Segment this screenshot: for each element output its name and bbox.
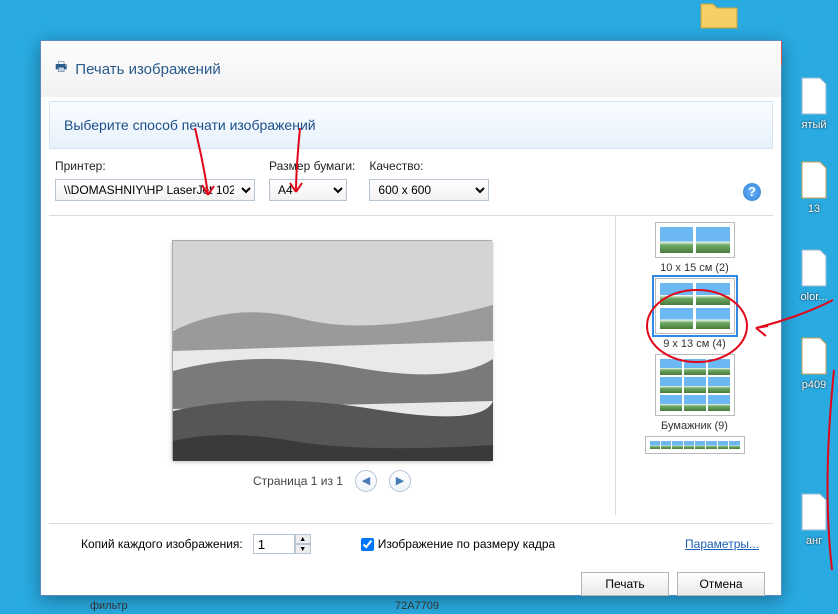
paper-label: Размер бумаги: (269, 159, 355, 173)
layout-wallet[interactable]: Бумажник (9) (655, 354, 735, 432)
copies-down-button[interactable]: ▼ (295, 544, 311, 554)
cancel-button[interactable]: Отмена (677, 572, 765, 596)
quality-select[interactable]: 600 x 600 (369, 179, 489, 201)
desktop-file-1[interactable]: ятый (790, 76, 838, 131)
prev-page-button[interactable]: ◀ (355, 470, 377, 492)
taskbar-left: фильтр (90, 600, 128, 612)
next-page-button[interactable]: ▶ (389, 470, 411, 492)
layout-9x13[interactable]: 9 x 13 см (4) (655, 278, 735, 350)
layout-wallet-label: Бумажник (9) (655, 420, 735, 432)
help-icon[interactable]: ? (743, 183, 761, 201)
bottom-options: Копий каждого изображения: ▲ ▼ Изображен… (49, 523, 773, 564)
pager: Страница 1 из 1 ◀ ▶ (253, 470, 411, 492)
window-title: Печать изображений (75, 61, 220, 78)
desktop-file-2-label: 13 (790, 203, 838, 215)
layout-10x15[interactable]: 10 x 15 см (2) (655, 222, 735, 274)
desktop-file-4[interactable]: p409 (790, 336, 838, 391)
desktop-file-3-label: olor... (790, 291, 838, 303)
instruction-banner: Выберите способ печати изображений (49, 101, 773, 149)
desktop-file-5-label: анг (790, 535, 838, 547)
desktop-file-4-label: p409 (790, 379, 838, 391)
layout-10x15-label: 10 x 15 см (2) (655, 262, 735, 274)
settings-row: Принтер: \\DOMASHNIY\HP LaserJet 1020 Ра… (41, 149, 781, 207)
quality-label: Качество: (369, 159, 489, 173)
layout-9x13-label: 9 x 13 см (4) (655, 338, 735, 350)
print-button[interactable]: Печать (581, 572, 669, 596)
copies-label: Копий каждого изображения: (81, 537, 243, 551)
fit-checkbox[interactable] (361, 538, 374, 551)
paper-select[interactable]: A4 (269, 179, 347, 201)
preview-pane: Страница 1 из 1 ◀ ▶ (49, 216, 615, 515)
copies-up-button[interactable]: ▲ (295, 534, 311, 544)
banner-text: Выберите способ печати изображений (64, 117, 316, 133)
titlebar: 🖶 Печать изображений (41, 41, 781, 97)
fit-label: Изображение по размеру кадра (378, 537, 555, 551)
printer-select[interactable]: \\DOMASHNIY\HP LaserJet 1020 (55, 179, 255, 201)
layout-list[interactable]: 10 x 15 см (2) 9 x 13 см (4) Бумажник (9… (615, 216, 773, 515)
taskbar-right: 72A7709 (395, 600, 439, 612)
printer-label: Принтер: (55, 159, 255, 173)
desktop-folder[interactable] (695, 0, 743, 33)
parameters-link[interactable]: Параметры... (685, 537, 759, 551)
copies-input[interactable] (253, 534, 295, 554)
desktop-file-3[interactable]: olor... (790, 248, 838, 303)
preview-image (172, 240, 492, 460)
desktop-file-2[interactable]: 13 (790, 160, 838, 215)
desktop-file-5[interactable]: анг (790, 492, 838, 547)
printer-icon: 🖶 (55, 58, 67, 80)
desktop-file-1-label: ятый (790, 119, 838, 131)
pager-text: Страница 1 из 1 (253, 474, 343, 488)
print-dialog: ✕ 🖶 Печать изображений Выберите способ п… (40, 40, 782, 596)
layout-contact-sheet[interactable] (645, 436, 745, 458)
